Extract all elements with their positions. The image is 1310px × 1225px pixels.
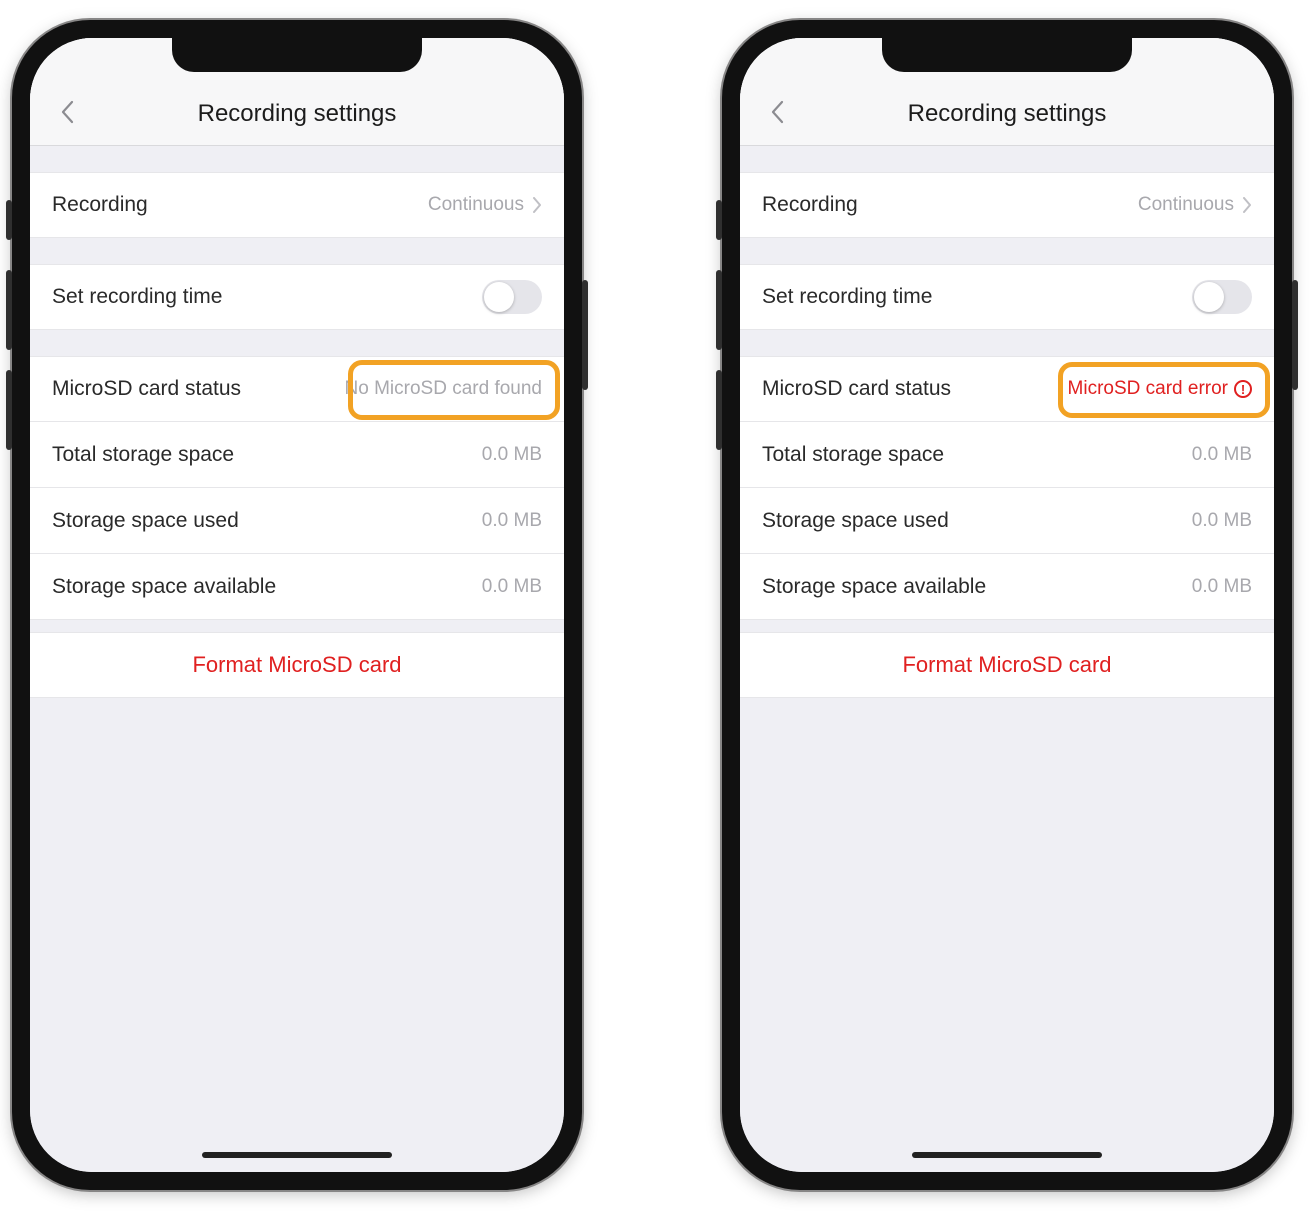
row-microsd-status: MicroSD card status No MicroSD card foun… xyxy=(30,356,564,422)
chevron-right-icon xyxy=(532,197,542,213)
row-label: Storage space available xyxy=(762,575,986,599)
volume-down-button xyxy=(6,370,12,450)
row-label: Storage space used xyxy=(52,509,239,533)
home-indicator xyxy=(202,1152,392,1158)
row-label: Storage space available xyxy=(52,575,276,599)
volume-up-button xyxy=(6,270,12,350)
switch-knob xyxy=(1194,282,1224,312)
row-label: MicroSD card status xyxy=(52,377,241,401)
volume-up-button xyxy=(716,270,722,350)
row-used-space: Storage space used 0.0 MB xyxy=(740,488,1274,554)
row-value: 0.0 MB xyxy=(1192,576,1252,598)
phone-frame-right: Recording settings Recording Continuous … xyxy=(722,20,1292,1190)
row-recording-mode[interactable]: Recording Continuous xyxy=(740,172,1274,238)
set-recording-time-switch[interactable] xyxy=(482,280,542,314)
row-set-recording-time: Set recording time xyxy=(740,264,1274,330)
row-label: MicroSD card status xyxy=(762,377,951,401)
chevron-left-icon xyxy=(770,100,784,124)
row-label: Set recording time xyxy=(762,285,932,309)
power-button xyxy=(1292,280,1298,390)
row-value: No MicroSD card found xyxy=(345,378,542,400)
row-value: 0.0 MB xyxy=(482,576,542,598)
row-value: 0.0 MB xyxy=(482,510,542,532)
row-value: Continuous xyxy=(1138,194,1252,216)
row-avail-space: Storage space available 0.0 MB xyxy=(30,554,564,620)
error-icon: ! xyxy=(1234,380,1252,398)
phone-frame-left: Recording settings Recording Continuous … xyxy=(12,20,582,1190)
row-value: 0.0 MB xyxy=(482,444,542,466)
mute-switch xyxy=(6,200,12,240)
button-label: Format MicroSD card xyxy=(902,652,1111,678)
row-avail-space: Storage space available 0.0 MB xyxy=(740,554,1274,620)
row-value-text: Continuous xyxy=(1138,194,1234,216)
row-value-text: No MicroSD card found xyxy=(345,378,542,400)
row-value-text: Continuous xyxy=(428,194,524,216)
row-total-space: Total storage space 0.0 MB xyxy=(30,422,564,488)
page-title: Recording settings xyxy=(908,100,1107,128)
screen-content-left: Recording settings Recording Continuous … xyxy=(30,38,564,1172)
format-microsd-button[interactable]: Format MicroSD card xyxy=(30,632,564,698)
row-label: Set recording time xyxy=(52,285,222,309)
switch-knob xyxy=(484,282,514,312)
back-button[interactable] xyxy=(52,97,82,127)
phone-screen-right: Recording settings Recording Continuous … xyxy=(740,38,1274,1172)
row-set-recording-time: Set recording time xyxy=(30,264,564,330)
row-recording-mode[interactable]: Recording Continuous xyxy=(30,172,564,238)
row-value: 0.0 MB xyxy=(1192,444,1252,466)
row-microsd-status: MicroSD card status MicroSD card error ! xyxy=(740,356,1274,422)
row-label: Total storage space xyxy=(52,443,234,467)
row-value: Continuous xyxy=(428,194,542,216)
home-indicator xyxy=(912,1152,1102,1158)
row-value: 0.0 MB xyxy=(1192,510,1252,532)
row-value: MicroSD card error ! xyxy=(1068,378,1252,400)
chevron-left-icon xyxy=(60,100,74,124)
row-total-space: Total storage space 0.0 MB xyxy=(740,422,1274,488)
back-button[interactable] xyxy=(762,97,792,127)
row-used-space: Storage space used 0.0 MB xyxy=(30,488,564,554)
set-recording-time-switch[interactable] xyxy=(1192,280,1252,314)
screen-content-right: Recording settings Recording Continuous … xyxy=(740,38,1274,1172)
phone-screen-left: Recording settings Recording Continuous … xyxy=(30,38,564,1172)
power-button xyxy=(582,280,588,390)
notch xyxy=(172,38,422,72)
row-label: Total storage space xyxy=(762,443,944,467)
volume-down-button xyxy=(716,370,722,450)
row-value-text: MicroSD card error xyxy=(1068,378,1228,400)
row-label: Recording xyxy=(52,193,148,217)
row-label: Storage space used xyxy=(762,509,949,533)
notch xyxy=(882,38,1132,72)
format-microsd-button[interactable]: Format MicroSD card xyxy=(740,632,1274,698)
page-title: Recording settings xyxy=(198,100,397,128)
mute-switch xyxy=(716,200,722,240)
chevron-right-icon xyxy=(1242,197,1252,213)
row-label: Recording xyxy=(762,193,858,217)
button-label: Format MicroSD card xyxy=(192,652,401,678)
